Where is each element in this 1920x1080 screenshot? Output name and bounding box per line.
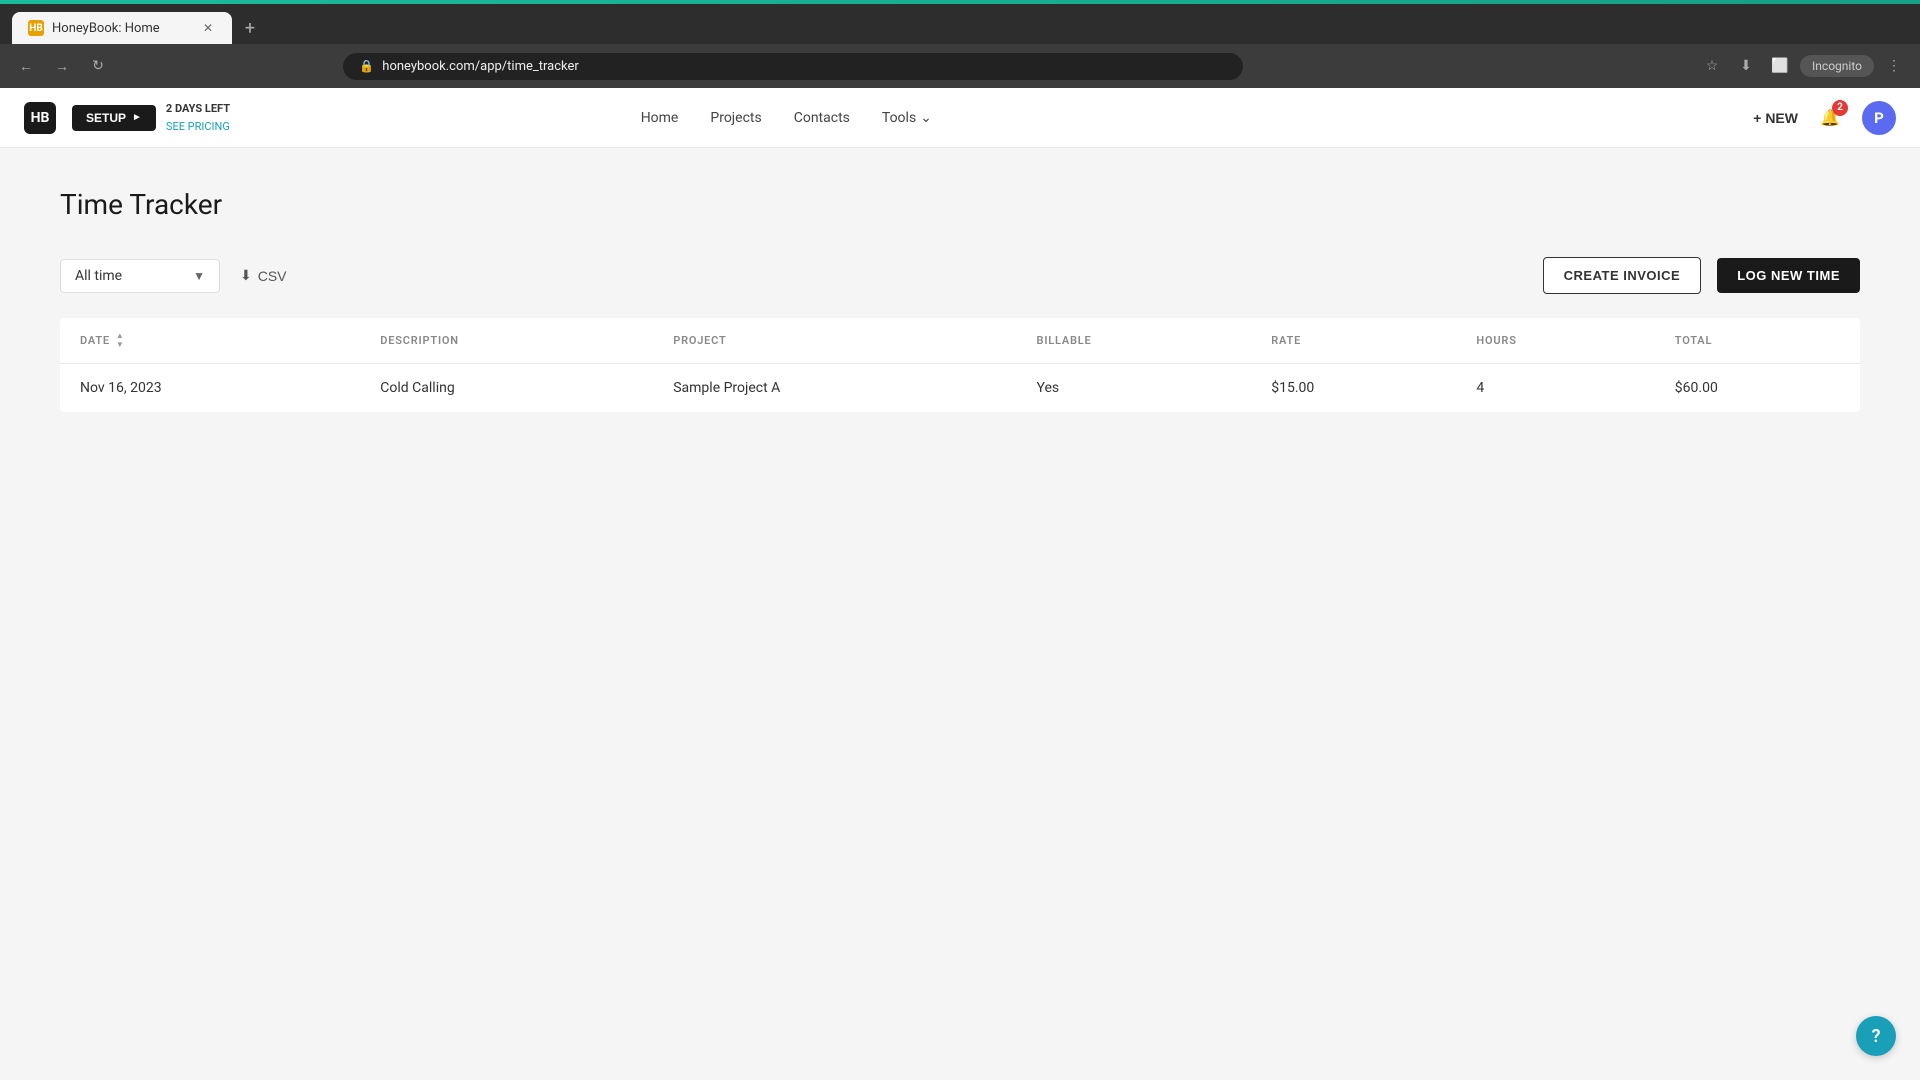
bookmark-icon[interactable]: ☆ xyxy=(1698,52,1726,80)
billable-column-label: BILLABLE xyxy=(1037,334,1092,347)
hb-logo-icon: HB xyxy=(24,102,56,134)
cell-date: Nov 16, 2023 xyxy=(60,364,360,413)
log-new-time-button[interactable]: LOG NEW TIME xyxy=(1717,258,1860,293)
address-bar-row: ← → ↻ 🔒 honeybook.com/app/time_tracker ☆… xyxy=(0,44,1920,88)
col-rate: RATE xyxy=(1251,318,1456,364)
browser-top-bar: HB HoneyBook: Home ✕ + xyxy=(0,4,1920,44)
sort-icon: ▲ ▼ xyxy=(116,332,125,349)
table-header: DATE ▲ ▼ DESCRIPTION PROJECT xyxy=(60,318,1860,364)
help-button[interactable]: ? xyxy=(1856,1016,1896,1056)
tools-chevron-icon: ⌄ xyxy=(920,110,932,126)
cell-project: Sample Project A xyxy=(653,364,1016,413)
total-column-label: TOTAL xyxy=(1675,334,1712,347)
main-content: Time Tracker All time ▼ ⬇ CSV CREATE INV… xyxy=(0,148,1920,452)
create-invoice-button[interactable]: CREATE INVOICE xyxy=(1543,257,1702,294)
nav-links: Home Projects Contacts Tools ⌄ xyxy=(641,110,932,126)
time-entries-table: DATE ▲ ▼ DESCRIPTION PROJECT xyxy=(60,318,1860,412)
app-nav: HB SETUP ► 2 DAYS LEFT SEE PRICING Home … xyxy=(0,88,1920,148)
forward-button[interactable]: → xyxy=(48,52,76,80)
col-date[interactable]: DATE ▲ ▼ xyxy=(60,318,360,364)
nav-tools-label: Tools xyxy=(882,110,916,126)
toolbar: All time ▼ ⬇ CSV CREATE INVOICE LOG NEW … xyxy=(60,257,1860,294)
col-description: DESCRIPTION xyxy=(360,318,653,364)
nav-projects[interactable]: Projects xyxy=(710,110,761,126)
browser-actions: ☆ ⬇ ⬜ Incognito ⋮ xyxy=(1698,52,1908,80)
cell-billable: Yes xyxy=(1017,364,1252,413)
days-left-text: 2 DAYS LEFT xyxy=(166,102,230,115)
table-body: Nov 16, 2023 Cold Calling Sample Project… xyxy=(60,364,1860,413)
extensions-icon[interactable]: ⬜ xyxy=(1766,52,1794,80)
tab-close-button[interactable]: ✕ xyxy=(200,20,216,36)
setup-label: SETUP xyxy=(86,111,126,125)
nav-right: + NEW 🔔 2 P xyxy=(1753,101,1896,135)
setup-arrow-icon: ► xyxy=(132,112,142,123)
col-project: PROJECT xyxy=(653,318,1016,364)
date-column-label: DATE xyxy=(80,334,110,347)
cell-rate: $15.00 xyxy=(1251,364,1456,413)
refresh-button[interactable]: ↻ xyxy=(84,52,112,80)
filter-value: All time xyxy=(75,268,122,284)
address-bar[interactable]: 🔒 honeybook.com/app/time_tracker xyxy=(343,53,1243,80)
setup-button[interactable]: SETUP ► xyxy=(72,105,156,131)
time-filter-dropdown[interactable]: All time ▼ xyxy=(60,259,220,293)
new-button-label: + NEW xyxy=(1753,110,1798,126)
tab-favicon: HB xyxy=(28,20,44,36)
new-button[interactable]: + NEW xyxy=(1753,110,1798,126)
new-tab-button[interactable]: + xyxy=(236,14,264,42)
avatar[interactable]: P xyxy=(1862,101,1896,135)
cell-description: Cold Calling xyxy=(360,364,653,413)
download-csv-icon: ⬇ xyxy=(240,267,252,284)
see-pricing-link[interactable]: SEE PRICING xyxy=(166,120,230,133)
csv-label: CSV xyxy=(258,268,287,284)
page-title: Time Tracker xyxy=(60,188,1860,221)
hours-column-label: HOURS xyxy=(1476,334,1516,347)
lock-icon: 🔒 xyxy=(359,59,374,73)
nav-tools[interactable]: Tools ⌄ xyxy=(882,110,932,126)
trial-info: 2 DAYS LEFT SEE PRICING xyxy=(166,102,230,134)
csv-export-button[interactable]: ⬇ CSV xyxy=(236,259,291,292)
address-text: honeybook.com/app/time_tracker xyxy=(382,59,1227,74)
nav-contacts[interactable]: Contacts xyxy=(794,110,850,126)
cell-total: $60.00 xyxy=(1655,364,1860,413)
cell-hours: 4 xyxy=(1456,364,1654,413)
browser-tab[interactable]: HB HoneyBook: Home ✕ xyxy=(12,12,232,44)
project-column-label: PROJECT xyxy=(673,334,726,347)
incognito-indicator: Incognito xyxy=(1800,55,1874,77)
table-row[interactable]: Nov 16, 2023 Cold Calling Sample Project… xyxy=(60,364,1860,413)
col-total: TOTAL xyxy=(1655,318,1860,364)
col-billable: BILLABLE xyxy=(1017,318,1252,364)
col-hours: HOURS xyxy=(1456,318,1654,364)
nav-home[interactable]: Home xyxy=(641,110,679,126)
hb-logo: HB xyxy=(24,102,56,134)
menu-icon[interactable]: ⋮ xyxy=(1880,52,1908,80)
tab-title: HoneyBook: Home xyxy=(52,21,192,36)
back-button[interactable]: ← xyxy=(12,52,40,80)
notification-badge: 2 xyxy=(1832,100,1848,116)
notifications-button[interactable]: 🔔 2 xyxy=(1814,102,1846,134)
rate-column-label: RATE xyxy=(1271,334,1301,347)
description-column-label: DESCRIPTION xyxy=(380,334,459,347)
app-wrapper: HB SETUP ► 2 DAYS LEFT SEE PRICING Home … xyxy=(0,88,1920,1068)
download-icon[interactable]: ⬇ xyxy=(1732,52,1760,80)
browser-chrome: HB HoneyBook: Home ✕ + ← → ↻ 🔒 honeybook… xyxy=(0,0,1920,88)
chevron-down-icon: ▼ xyxy=(193,269,205,283)
time-entries-table-container: DATE ▲ ▼ DESCRIPTION PROJECT xyxy=(60,318,1860,412)
